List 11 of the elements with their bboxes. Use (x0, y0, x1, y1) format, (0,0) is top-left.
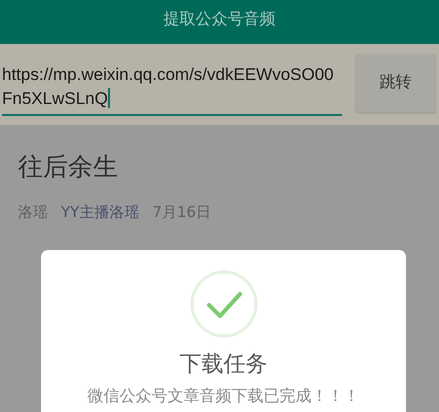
text-cursor (108, 88, 110, 108)
check-circle-icon (190, 270, 258, 338)
article-title: 往后余生 (18, 151, 119, 183)
author-name: 洛瑶 (18, 203, 48, 222)
dialog-title: 下载任务 (180, 352, 268, 378)
app-title: 提取公众号音频 (164, 8, 276, 30)
dialog-message: 微信公众号文章音频下载已完成！！！ (88, 386, 360, 406)
account-link[interactable]: YY主播洛瑶 (61, 203, 140, 222)
publish-date: 7月16日 (152, 203, 211, 222)
url-field[interactable]: https://mp.weixin.qq.com/s/vdkEEWvoSO00Fn5XLwSLnQ (2, 55, 342, 116)
jump-button[interactable]: 跳转 (356, 54, 435, 112)
